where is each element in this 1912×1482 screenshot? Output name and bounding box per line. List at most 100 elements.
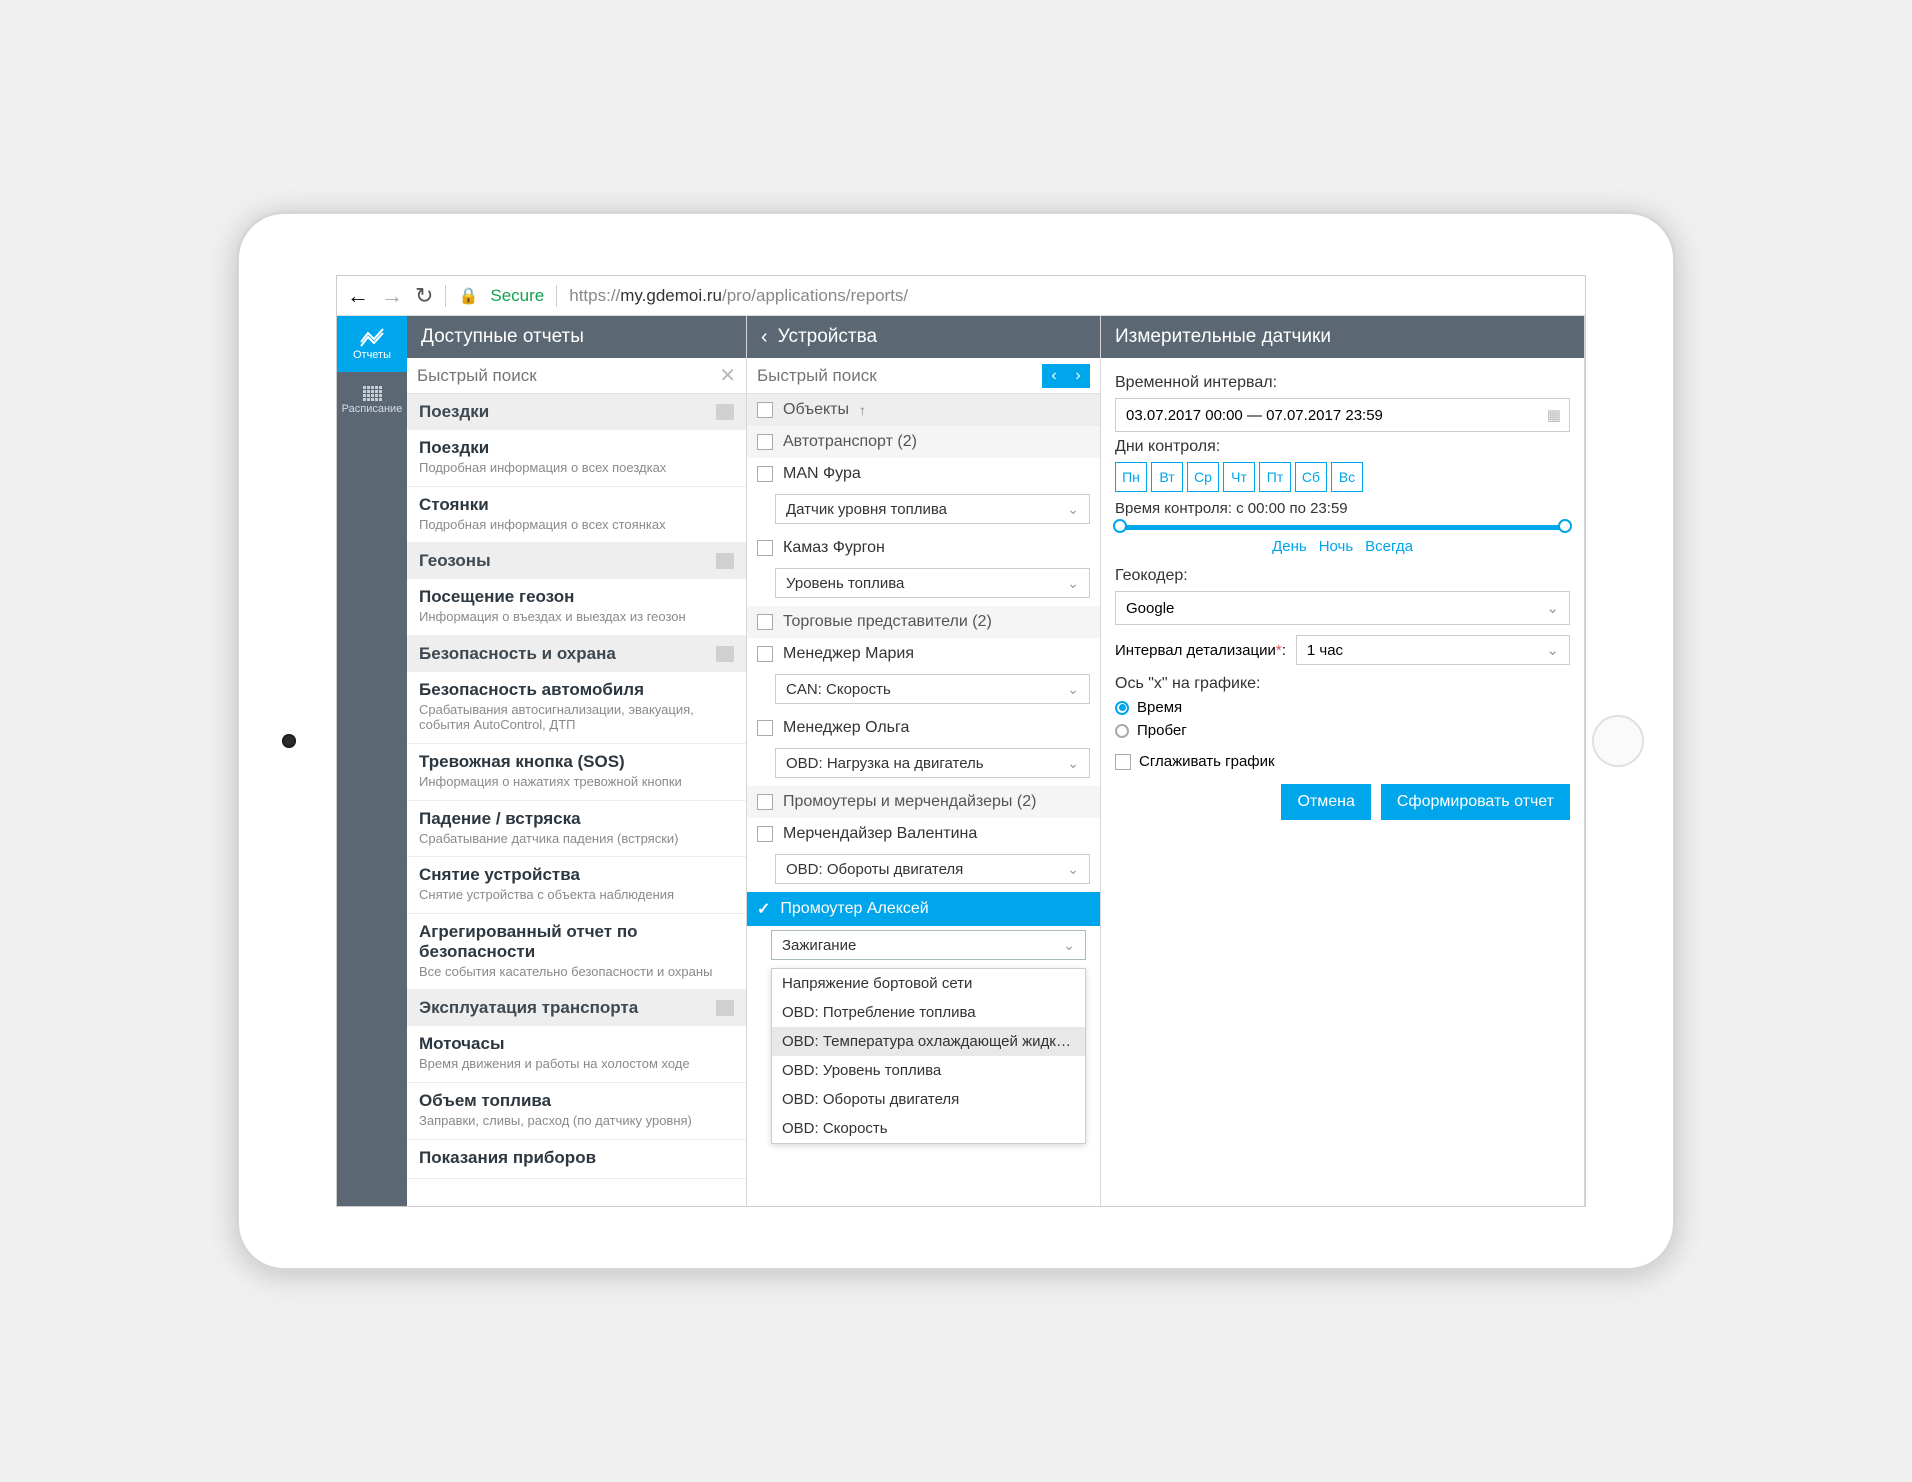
dropdown-option[interactable]: OBD: Уровень топлива <box>772 1056 1085 1085</box>
sensor-select[interactable]: OBD: Нагрузка на двигатель⌄ <box>775 748 1090 778</box>
devices-panel: ‹ Устройства ‹ › Объекты ↑ Автотранспорт… <box>747 316 1101 1206</box>
preset-night[interactable]: Ночь <box>1319 538 1353 555</box>
checkbox[interactable] <box>757 614 773 630</box>
pager-next[interactable]: › <box>1066 364 1090 388</box>
forward-button[interactable]: → <box>381 283 403 309</box>
device-name: Камаз Фургон <box>783 539 885 557</box>
report-item[interactable]: ПоездкиПодробная информация о всех поезд… <box>407 430 746 487</box>
geocoder-select[interactable]: Google ⌄ <box>1115 591 1570 625</box>
report-item[interactable]: Снятие устройстваСнятие устройства с объ… <box>407 857 746 914</box>
day-chip[interactable]: Вс <box>1331 462 1363 492</box>
time-slider[interactable] <box>1115 525 1570 530</box>
checkbox[interactable] <box>757 720 773 736</box>
preset-day[interactable]: День <box>1272 538 1307 555</box>
day-chip[interactable]: Пт <box>1259 462 1291 492</box>
sensor-select[interactable]: Датчик уровня топлива⌄ <box>775 494 1090 524</box>
comment-icon[interactable] <box>716 646 734 662</box>
chevron-down-icon: ⌄ <box>1067 501 1079 518</box>
comment-icon[interactable] <box>716 553 734 569</box>
device-item[interactable]: Менеджер Ольга <box>747 712 1100 744</box>
day-chip[interactable]: Ср <box>1187 462 1219 492</box>
dropdown-option[interactable]: OBD: Температура охлаждающей жидкости <box>772 1027 1085 1056</box>
report-group-header[interactable]: Безопасность и охрана <box>407 636 746 672</box>
device-item[interactable]: Менеджер Мария <box>747 638 1100 670</box>
tablet-home-button[interactable] <box>1592 715 1644 767</box>
preset-always[interactable]: Всегда <box>1365 538 1413 555</box>
sidebar-tab-reports[interactable]: Отчеты <box>337 316 407 372</box>
sensor-select[interactable]: Зажигание⌄ <box>771 930 1086 960</box>
back-button[interactable]: ← <box>347 283 369 309</box>
checkbox[interactable] <box>757 646 773 662</box>
browser-toolbar: ← → ↻ 🔒 Secure https://my.gdemoi.ru/pro/… <box>337 276 1585 316</box>
report-item[interactable]: МоточасыВремя движения и работы на холос… <box>407 1026 746 1083</box>
device-group-header[interactable]: Торговые представители (2) <box>747 606 1100 638</box>
day-chip[interactable]: Вт <box>1151 462 1183 492</box>
devices-search-input[interactable] <box>757 366 1042 386</box>
pager-prev[interactable]: ‹ <box>1042 364 1066 388</box>
checkbox[interactable] <box>757 826 773 842</box>
back-chevron-icon[interactable]: ‹ <box>761 326 768 349</box>
report-group-header[interactable]: Эксплуатация транспорта <box>407 990 746 1026</box>
sidebar-tab-schedule[interactable]: Расписание <box>337 372 407 428</box>
comment-icon[interactable] <box>716 1000 734 1016</box>
dropdown-option[interactable]: OBD: Обороты двигателя <box>772 1085 1085 1114</box>
dropdown-option[interactable]: Напряжение бортовой сети <box>772 969 1085 998</box>
day-chip[interactable]: Пн <box>1115 462 1147 492</box>
report-item[interactable]: Падение / встряскаСрабатывание датчика п… <box>407 801 746 858</box>
tablet-camera <box>282 734 296 748</box>
checkbox[interactable] <box>757 466 773 482</box>
sort-asc-icon[interactable]: ↑ <box>859 402 866 418</box>
sensor-select[interactable]: CAN: Скорость⌄ <box>775 674 1090 704</box>
device-name: Менеджер Ольга <box>783 719 909 737</box>
report-item-desc: Все события касательно безопасности и ох… <box>419 964 734 980</box>
slider-handle-start[interactable] <box>1113 519 1127 533</box>
report-group-header[interactable]: Геозоны <box>407 543 746 579</box>
reload-button[interactable]: ↻ <box>415 283 433 309</box>
report-item[interactable]: Безопасность автомобиляСрабатывания авто… <box>407 672 746 744</box>
calendar-icon[interactable]: ▦ <box>1547 406 1559 424</box>
checkbox[interactable] <box>757 434 773 450</box>
device-item[interactable]: Мерчендайзер Валентина <box>747 818 1100 850</box>
report-item[interactable]: Объем топливаЗаправки, сливы, расход (по… <box>407 1083 746 1140</box>
detail-select[interactable]: 1 час ⌄ <box>1296 635 1570 665</box>
check-icon: ✓ <box>757 899 770 919</box>
checkbox[interactable] <box>757 540 773 556</box>
reports-search-input[interactable] <box>417 366 719 386</box>
submit-button[interactable]: Сформировать отчет <box>1381 784 1570 820</box>
devices-column-header[interactable]: Объекты ↑ <box>747 394 1100 426</box>
clear-icon[interactable]: ✕ <box>719 363 736 388</box>
dropdown-option[interactable]: OBD: Потребление топлива <box>772 998 1085 1027</box>
url-field[interactable]: https://my.gdemoi.ru/pro/applications/re… <box>569 286 908 306</box>
report-item-desc: Информация о въездах и выездах из геозон <box>419 609 734 625</box>
detail-row: Интервал детализации*: 1 час ⌄ <box>1115 635 1570 665</box>
day-chip[interactable]: Чт <box>1223 462 1255 492</box>
report-item[interactable]: Посещение геозонИнформация о въездах и в… <box>407 579 746 636</box>
xaxis-label: Ось "x" на графике: <box>1115 675 1570 693</box>
sensor-select[interactable]: Уровень топлива⌄ <box>775 568 1090 598</box>
comment-icon[interactable] <box>716 404 734 420</box>
time-interval-input[interactable]: 03.07.2017 00:00 — 07.07.2017 23:59 ▦ <box>1115 398 1570 432</box>
report-item[interactable]: Показания приборов <box>407 1140 746 1179</box>
cancel-button[interactable]: Отмена <box>1281 784 1370 820</box>
device-item[interactable]: Камаз Фургон <box>747 532 1100 564</box>
report-item[interactable]: СтоянкиПодробная информация о всех стоян… <box>407 487 746 544</box>
sensor-value: CAN: Скорость <box>786 681 891 698</box>
report-item[interactable]: Тревожная кнопка (SOS)Информация о нажат… <box>407 744 746 801</box>
day-chip[interactable]: Сб <box>1295 462 1327 492</box>
settings-panel: Измерительные датчики Временной интервал… <box>1101 316 1585 1206</box>
radio-time[interactable]: Время <box>1115 699 1570 716</box>
dropdown-option[interactable]: OBD: Скорость <box>772 1114 1085 1143</box>
device-item[interactable]: ✓Промоутер Алексей <box>747 892 1100 926</box>
report-item[interactable]: Агрегированный отчет по безопасностиВсе … <box>407 914 746 991</box>
report-group-header[interactable]: Поездки <box>407 394 746 430</box>
report-item-title: Стоянки <box>419 495 734 515</box>
sensor-select[interactable]: OBD: Обороты двигателя⌄ <box>775 854 1090 884</box>
device-item[interactable]: MAN Фура <box>747 458 1100 490</box>
smooth-checkbox[interactable]: Сглаживать график <box>1115 753 1570 770</box>
device-group-header[interactable]: Промоутеры и мерчендайзеры (2) <box>747 786 1100 818</box>
device-group-header[interactable]: Автотранспорт (2) <box>747 426 1100 458</box>
checkbox[interactable] <box>757 402 773 418</box>
radio-run[interactable]: Пробег <box>1115 722 1570 739</box>
slider-handle-end[interactable] <box>1558 519 1572 533</box>
checkbox[interactable] <box>757 794 773 810</box>
